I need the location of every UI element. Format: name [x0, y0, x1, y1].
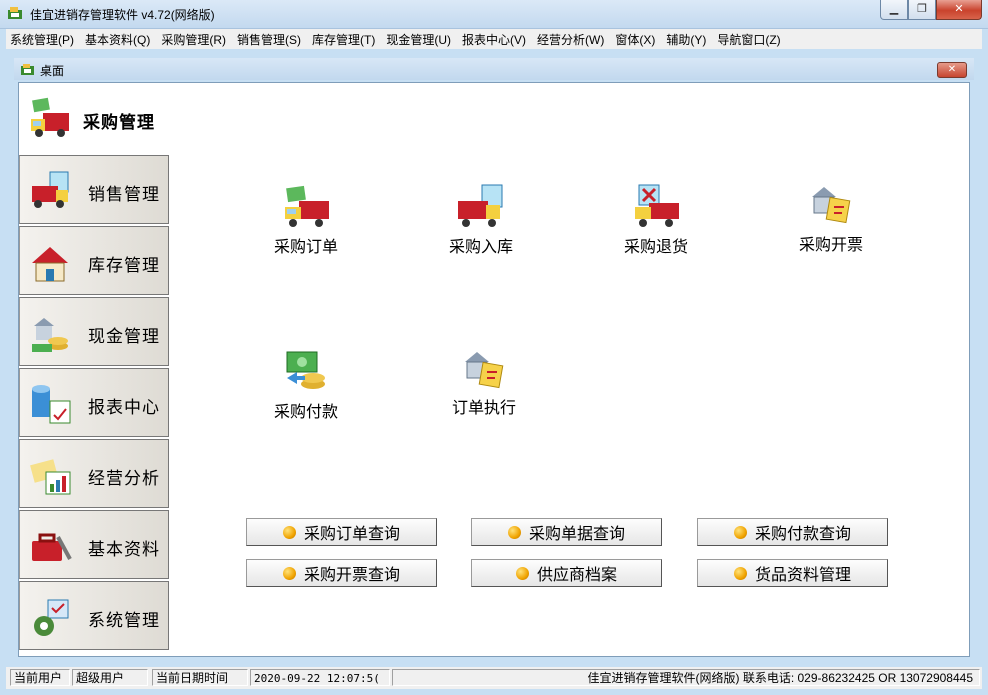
menu-basic-data[interactable]: 基本资料(Q) [81, 31, 157, 48]
sidebar-item-label: 库存管理 [88, 256, 160, 276]
bullet-icon [733, 566, 747, 580]
return-truck-icon [635, 184, 679, 227]
close-icon: ✕ [947, 64, 957, 75]
cash-coins-icon [32, 318, 68, 352]
app-icon [8, 7, 22, 19]
sidebar-item-inventory[interactable]: 库存管理 [19, 226, 169, 295]
menu-analysis[interactable]: 经营分析(W) [533, 31, 611, 48]
menu-reports[interactable]: 报表中心(V) [458, 31, 533, 48]
status-user-label: 当前用户 [10, 669, 70, 686]
supplier-records-button[interactable]: 供应商档案 [471, 559, 662, 587]
function-label: 采购入库 [448, 237, 513, 256]
module-sidebar: 采购管理 销售管理 库存管理 现金管理 报表中心 经营分析 基本资料 系统管理 [19, 83, 171, 656]
sidebar-item-label: 报表中心 [88, 398, 160, 418]
receipt-truck-icon [458, 184, 503, 227]
function-purchase-receipt[interactable]: 采购入库 [421, 183, 541, 257]
sidebar-item-purchase[interactable]: 采购管理 [19, 83, 171, 155]
close-button[interactable]: ✕ [936, 0, 982, 20]
sidebar-item-analysis[interactable]: 经营分析 [19, 439, 169, 508]
function-purchase-return[interactable]: 采购退货 [596, 183, 716, 257]
menu-purchase[interactable]: 采购管理(R) [157, 31, 233, 48]
desktop-panel: 采购管理 销售管理 库存管理 现金管理 报表中心 经营分析 基本资料 系统管理 … [18, 82, 970, 657]
sidebar-item-system[interactable]: 系统管理 [19, 581, 169, 650]
function-label: 采购订单 [273, 237, 338, 256]
purchase-truck-icon [31, 97, 69, 137]
order-truck-icon [285, 185, 329, 227]
sidebar-item-label: 经营分析 [88, 469, 160, 489]
button-label: 采购付款查询 [754, 524, 851, 543]
sidebar-active-label: 采购管理 [83, 113, 155, 133]
status-info: 佳宜进销存管理软件(网络版) 联系电话: 029-86232425 OR 130… [392, 669, 980, 686]
menu-window[interactable]: 窗体(X) [611, 31, 662, 48]
menu-navigation[interactable]: 导航窗口(Z) [713, 31, 787, 48]
function-label: 采购退货 [623, 237, 688, 256]
sidebar-item-label: 基本资料 [88, 540, 160, 560]
window-title: 佳宜进销存管理软件 v4.72(网络版) [30, 8, 215, 22]
menu-inventory[interactable]: 库存管理(T) [308, 31, 382, 48]
sidebar-item-sales[interactable]: 销售管理 [19, 155, 169, 224]
status-datetime-label: 当前日期时间 [152, 669, 248, 686]
button-label: 采购订单查询 [303, 524, 400, 543]
desktop-title: 桌面 [40, 64, 65, 78]
function-label: 采购付款 [273, 402, 338, 421]
sidebar-item-basic-data[interactable]: 基本资料 [19, 510, 169, 579]
restore-button[interactable]: ❐ [908, 0, 936, 20]
purchase-order-query-button[interactable]: 采购订单查询 [246, 518, 437, 546]
button-label: 采购单据查询 [528, 524, 625, 543]
status-datetime-value: 2020-09-22 12:07:5( [250, 669, 390, 686]
desktop-icon [21, 64, 34, 75]
menu-help[interactable]: 辅助(Y) [662, 31, 713, 48]
system-settings-icon [34, 599, 69, 636]
bullet-icon [282, 525, 296, 539]
function-label: 采购开票 [798, 235, 863, 254]
close-icon: ✕ [954, 2, 964, 15]
status-user-value: 超级用户 [72, 669, 148, 686]
warehouse-icon [32, 247, 68, 282]
minimize-button[interactable]: ▁ [880, 0, 908, 20]
toolbox-icon [32, 533, 72, 561]
purchase-document-query-button[interactable]: 采购单据查询 [471, 518, 662, 546]
bullet-icon [515, 566, 529, 580]
report-database-icon [32, 385, 71, 424]
payment-money-icon [286, 351, 325, 389]
sidebar-item-cash[interactable]: 现金管理 [19, 297, 169, 366]
status-info-text: 佳宜进销存管理软件(网络版) 联系电话: 029-86232425 OR 130… [587, 671, 973, 685]
sidebar-item-label: 系统管理 [88, 611, 160, 631]
restore-icon: ❐ [917, 2, 927, 15]
purchase-payment-query-button[interactable]: 采购付款查询 [697, 518, 888, 546]
status-bar: 当前用户 超级用户 当前日期时间 2020-09-22 12:07:5( 佳宜进… [6, 667, 982, 689]
purchase-invoice-query-button[interactable]: 采购开票查询 [246, 559, 437, 587]
sidebar-item-reports[interactable]: 报表中心 [19, 368, 169, 437]
bullet-icon [282, 566, 296, 580]
desktop-window-title-bar: 桌面 ✕ [14, 58, 974, 80]
menu-cash[interactable]: 现金管理(U) [382, 31, 458, 48]
desktop-close-button[interactable]: ✕ [937, 62, 967, 78]
invoice-bank-icon [812, 187, 851, 224]
function-purchase-invoice[interactable]: 采购开票 [771, 183, 891, 255]
menu-system[interactable]: 系统管理(P) [6, 31, 81, 48]
function-purchase-order[interactable]: 采购订单 [246, 183, 366, 257]
function-purchase-payment[interactable]: 采购付款 [246, 348, 366, 422]
minimize-icon: ▁ [889, 2, 899, 15]
goods-data-management-button[interactable]: 货品资料管理 [697, 559, 888, 587]
menu-sales[interactable]: 销售管理(S) [233, 31, 308, 48]
order-execution-icon [465, 352, 504, 389]
sales-truck-icon [32, 171, 69, 208]
function-order-execution[interactable]: 订单执行 [424, 348, 544, 418]
function-label: 订单执行 [451, 398, 516, 417]
button-label: 供应商档案 [536, 565, 617, 584]
title-bar: 佳宜进销存管理软件 v4.72(网络版) ▁ ❐ ✕ [0, 0, 988, 29]
bullet-icon [733, 525, 747, 539]
analysis-chart-icon [30, 459, 71, 495]
sidebar-item-label: 销售管理 [88, 185, 160, 205]
button-label: 货品资料管理 [754, 565, 851, 584]
menu-bar: 系统管理(P) 基本资料(Q) 采购管理(R) 销售管理(S) 库存管理(T) … [6, 29, 982, 49]
bullet-icon [507, 525, 521, 539]
sidebar-item-label: 现金管理 [88, 327, 160, 347]
button-label: 采购开票查询 [303, 565, 400, 584]
